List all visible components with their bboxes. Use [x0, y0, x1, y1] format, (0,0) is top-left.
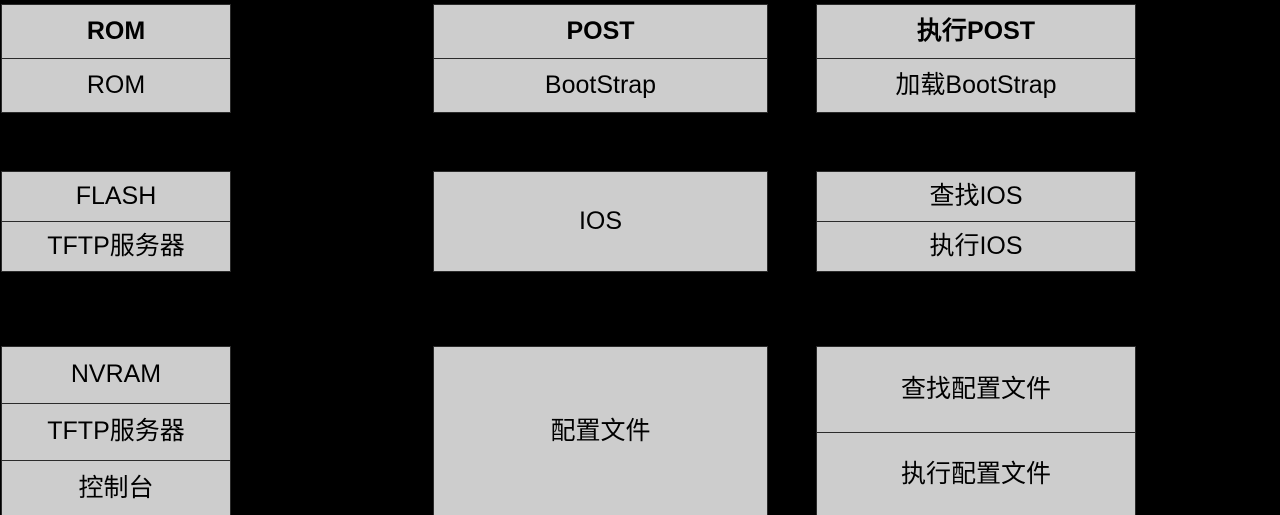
post-group: POST BootStrap — [433, 4, 768, 113]
config-actions-group-cell-exec-config: 执行配置文件 — [817, 432, 1135, 515]
flash-group-cell-flash: FLASH — [2, 172, 230, 222]
config-actions-group: 查找配置文件 执行配置文件 — [816, 346, 1136, 515]
boot-sequence-diagram: ROM ROM FLASH TFTP服务器 NVRAM TFTP服务器 控制台 … — [0, 0, 1280, 515]
nvram-group-cell-nvram: NVRAM — [2, 347, 230, 404]
nvram-group: NVRAM TFTP服务器 控制台 — [1, 346, 231, 515]
config-group-cell-config-file: 配置文件 — [434, 347, 767, 515]
config-actions-group-cell-find-config: 查找配置文件 — [817, 347, 1135, 433]
exec-post-group: 执行POST 加载BootStrap — [816, 4, 1136, 113]
config-group: 配置文件 — [433, 346, 768, 515]
flash-group: FLASH TFTP服务器 — [1, 171, 231, 272]
exec-post-group-cell-load-bootstrap: 加载BootStrap — [817, 59, 1135, 112]
rom-group: ROM ROM — [1, 4, 231, 113]
flash-group-cell-tftp-server: TFTP服务器 — [2, 222, 230, 271]
post-group-cell-bootstrap: BootStrap — [434, 59, 767, 112]
ios-actions-group-cell-find-ios: 查找IOS — [817, 172, 1135, 222]
nvram-group-cell-tftp-server: TFTP服务器 — [2, 404, 230, 461]
ios-actions-group: 查找IOS 执行IOS — [816, 171, 1136, 272]
exec-post-group-header: 执行POST — [817, 5, 1135, 59]
rom-group-cell-rom: ROM — [2, 59, 230, 112]
rom-group-header: ROM — [2, 5, 230, 59]
post-group-header: POST — [434, 5, 767, 59]
ios-group-cell-ios: IOS — [434, 172, 767, 271]
ios-group: IOS — [433, 171, 768, 272]
nvram-group-cell-console: 控制台 — [2, 461, 230, 515]
ios-actions-group-cell-exec-ios: 执行IOS — [817, 222, 1135, 271]
